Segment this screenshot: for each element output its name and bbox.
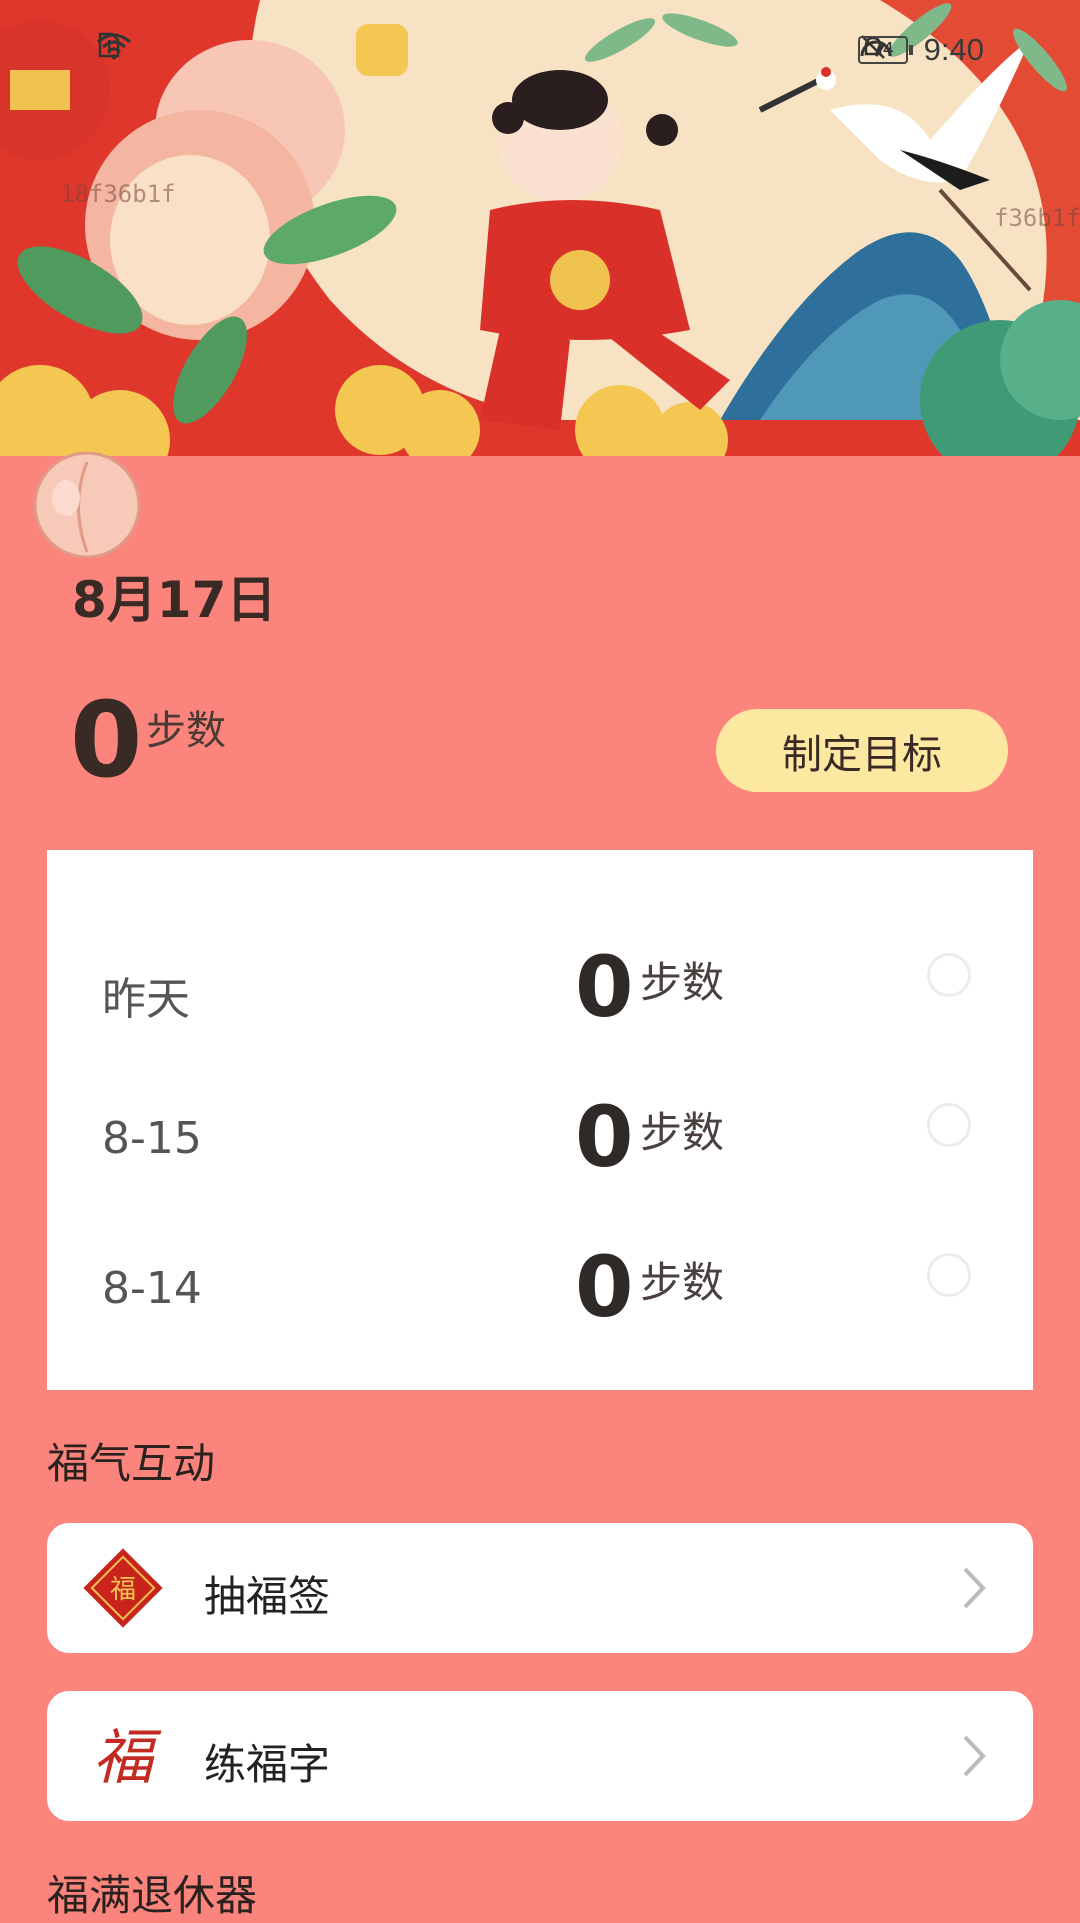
fu-calligraphy-icon: 福: [93, 1723, 162, 1793]
peach-icon[interactable]: [30, 452, 144, 558]
practice-fu-card[interactable]: 福 练福字: [47, 1691, 1033, 1821]
section-title-interactions: 福气互动: [47, 1439, 216, 1488]
battery-indicator: 74: [857, 36, 913, 64]
progress-ring-icon: [927, 953, 971, 997]
watermark-text: 18f36b1f: [60, 180, 176, 208]
today-steps: 0: [70, 679, 143, 801]
chevron-right-icon: [963, 1567, 986, 1609]
history-row[interactable]: 8-14 0 步数: [47, 1235, 1033, 1335]
history-steps: 0: [575, 1238, 634, 1336]
draw-fortune-card[interactable]: 福 抽福签: [47, 1523, 1033, 1653]
history-date: 昨天: [102, 974, 190, 1025]
history-steps: 0: [575, 1088, 634, 1186]
history-steps-unit: 步数: [640, 958, 725, 1007]
wifi-icon: [97, 33, 131, 60]
section-title-retirement: 福满退休器: [47, 1871, 258, 1920]
svg-text:福: 福: [110, 1575, 136, 1605]
history-row[interactable]: 昨天 0 步数: [47, 935, 1033, 1035]
current-date: 8月17日: [72, 571, 277, 629]
history-steps: 0: [575, 938, 634, 1036]
action-label: 练福字: [204, 1740, 331, 1789]
steps-unit-label: 步数: [146, 708, 226, 754]
svg-text:福: 福: [93, 1723, 162, 1793]
header-banner: 18f36b1f f36b1f 74 9:40: [0, 0, 1080, 456]
progress-ring-icon: [927, 1103, 971, 1147]
history-steps-unit: 步数: [640, 1108, 725, 1157]
fu-diamond-icon: 福: [83, 1548, 163, 1628]
history-row[interactable]: 8-15 0 步数: [47, 1085, 1033, 1185]
progress-ring-icon: [927, 1253, 971, 1297]
watermark-text: f36b1f: [994, 204, 1080, 232]
history-date: 8-15: [102, 1113, 202, 1164]
status-bar: 74 9:40: [0, 0, 1080, 100]
chevron-right-icon: [963, 1735, 986, 1777]
history-steps-unit: 步数: [640, 1258, 725, 1307]
step-history-card: 昨天 0 步数 8-15 0 步数 8-14 0 步数: [47, 850, 1033, 1390]
set-goal-button[interactable]: 制定目标: [716, 709, 1008, 792]
history-date: 8-14: [102, 1263, 202, 1314]
action-label: 抽福签: [204, 1572, 331, 1621]
clock: 9:40: [923, 32, 984, 67]
